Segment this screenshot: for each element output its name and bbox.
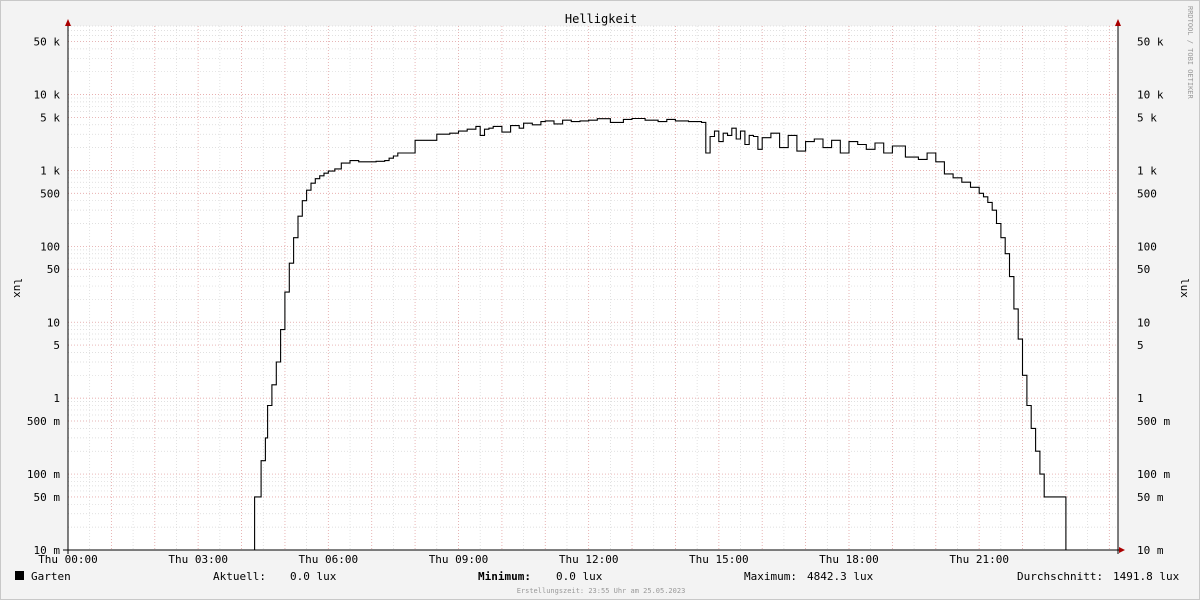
y-tick-label-right: 10 k — [1137, 89, 1164, 102]
legend-min-value: 0.0 lux — [556, 570, 603, 583]
legend-swatch — [15, 571, 24, 580]
legend-series-name: Garten — [31, 570, 71, 583]
y-tick-label-left: 5 — [53, 339, 60, 352]
y-axis-left: 50 k 10 k 5 k 1 k 500 100 50 10 5 1 500 m 100 m 50 m… — [27, 35, 60, 557]
y-axis-label-left: lux — [11, 278, 24, 298]
x-tick-label: Thu 15:00 — [689, 553, 749, 566]
y-tick-label-left: 1 k — [40, 164, 60, 177]
x-axis: Thu 00:00 Thu 03:00 Thu 06:00 Thu 09:00 Thu … — [38, 553, 1009, 566]
footer-timestamp: Erstellungszeit: 23:55 Uhr am 25.05.2023 — [517, 587, 686, 595]
x-tick-label: Thu 18:00 — [819, 553, 879, 566]
y-tick-label-left: 100 m — [27, 468, 60, 481]
plot-background — [68, 26, 1118, 550]
y-tick-label-right: 50 — [1137, 263, 1150, 276]
x-tick-label: Thu 21:00 — [949, 553, 1009, 566]
watermark: RRDTOOL / TOBI OETIKER — [1186, 6, 1194, 100]
x-tick-label: Thu 09:00 — [429, 553, 489, 566]
x-tick-label: Thu 00:00 — [38, 553, 98, 566]
legend-avg-label: Durchschnitt: — [1017, 570, 1103, 583]
x-axis-arrow — [1119, 547, 1125, 553]
y-tick-label-right: 5 — [1137, 339, 1144, 352]
y-axis-right-arrow — [1115, 19, 1121, 26]
legend-max-label: Maximum: — [744, 570, 797, 583]
y-tick-label-right: 5 k — [1137, 111, 1157, 124]
y-tick-label-left: 5 k — [40, 111, 60, 124]
y-tick-label-right: 10 — [1137, 316, 1150, 329]
y-axis-left-arrow — [65, 19, 71, 26]
y-tick-label-right: 100 — [1137, 240, 1157, 253]
legend-current-value: 0.0 lux — [290, 570, 337, 583]
legend-current-label: Aktuell: — [213, 570, 266, 583]
y-tick-label-left: 10 k — [34, 89, 61, 102]
y-tick-label-right: 1 — [1137, 392, 1144, 405]
legend-min-label: Minimum: — [478, 570, 531, 583]
y-tick-label-left: 50 m — [34, 491, 61, 504]
x-tick-label: Thu 03:00 — [168, 553, 228, 566]
y-tick-label-right: 500 m — [1137, 415, 1170, 428]
y-tick-label-left: 50 k — [34, 35, 61, 48]
y-tick-label-right: 50 k — [1137, 35, 1164, 48]
y-axis-label-right: lux — [1178, 278, 1191, 298]
y-tick-label-left: 1 — [53, 392, 60, 405]
chart-frame: 50 k 10 k 5 k 1 k 500 100 50 10 5 1 500 m 100 m 50 m… — [0, 0, 1200, 600]
y-tick-label-right: 10 m — [1137, 544, 1164, 557]
y-tick-label-left: 10 — [47, 316, 60, 329]
y-tick-label-left: 500 m — [27, 415, 60, 428]
y-axis-right: 50 k 10 k 5 k 1 k 500 100 50 10 5 1 500 m 100 m 50 m… — [1137, 35, 1170, 557]
x-tick-label: Thu 06:00 — [299, 553, 359, 566]
y-tick-label-left: 100 — [40, 240, 60, 253]
chart-svg: 50 k 10 k 5 k 1 k 500 100 50 10 5 1 500 m 100 m 50 m… — [11, 6, 1194, 595]
legend-avg-value: 1491.8 lux — [1113, 570, 1180, 583]
x-tick-label: Thu 12:00 — [559, 553, 619, 566]
y-tick-label-right: 1 k — [1137, 164, 1157, 177]
y-tick-label-right: 500 — [1137, 187, 1157, 200]
y-tick-label-left: 50 — [47, 263, 60, 276]
chart-title: Helligkeit — [565, 12, 637, 26]
legend-max-value: 4842.3 lux — [807, 570, 874, 583]
y-tick-label-right: 100 m — [1137, 468, 1170, 481]
y-tick-label-left: 500 — [40, 187, 60, 200]
y-tick-label-right: 50 m — [1137, 491, 1164, 504]
